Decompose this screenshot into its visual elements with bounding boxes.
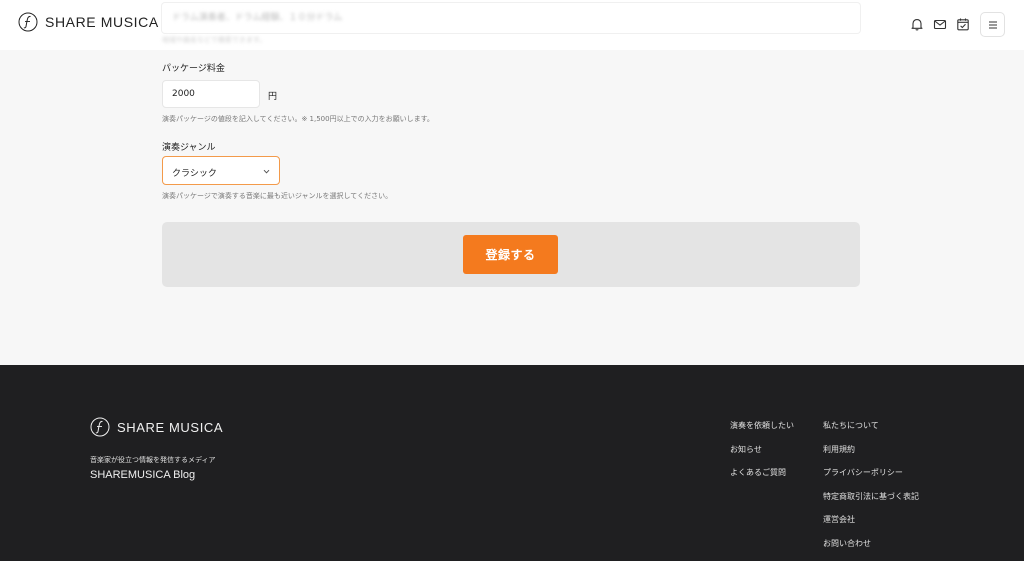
logo-icon <box>90 417 110 437</box>
footer-link-request[interactable]: 演奏を依頼したい <box>730 420 794 444</box>
calendar-check-icon[interactable] <box>956 17 970 31</box>
price-help-text: 演奏パッケージの値段を記入してください。※ 1,500円以上での入力をお願いしま… <box>162 115 434 123</box>
footer-link-terms[interactable]: 利用規約 <box>823 444 919 468</box>
genre-select[interactable]: クラシック <box>162 156 280 185</box>
footer-logo[interactable]: SHARE MUSICA <box>90 417 223 437</box>
search-input[interactable] <box>172 11 832 21</box>
footer-link-news[interactable]: お知らせ <box>730 444 794 468</box>
search-hint: 地域や曲名などで検索できます。 <box>162 36 267 44</box>
search-box[interactable] <box>162 3 860 33</box>
bell-icon[interactable] <box>910 17 924 31</box>
mail-icon[interactable] <box>933 17 947 31</box>
footer-link-company[interactable]: 運営会社 <box>823 514 919 538</box>
site-footer: SHARE MUSICA 音楽家が役立つ情報を発信するメディア SHAREMUS… <box>0 365 1024 561</box>
footer-link-about[interactable]: 私たちについて <box>823 420 919 444</box>
submit-panel: 登録する <box>162 222 860 287</box>
price-unit: 円 <box>268 92 278 102</box>
brand-name: SHARE MUSICA <box>45 14 159 30</box>
footer-links-column-1: 演奏を依頼したい お知らせ よくあるご質問 <box>730 420 794 491</box>
footer-link-privacy[interactable]: プライバシーポリシー <box>823 467 919 491</box>
footer-blog-link[interactable]: SHAREMUSICA Blog <box>90 469 195 481</box>
footer-links-column-2: 私たちについて 利用規約 プライバシーポリシー 特定商取引法に基づく表記 運営会… <box>823 420 919 561</box>
price-input[interactable] <box>162 80 260 108</box>
footer-link-commercial-law[interactable]: 特定商取引法に基づく表記 <box>823 491 919 515</box>
genre-label: 演奏ジャンル <box>162 143 216 153</box>
footer-tagline: 音楽家が役立つ情報を発信するメディア <box>90 456 216 464</box>
price-label: パッケージ料金 <box>162 64 225 74</box>
genre-help-text: 演奏パッケージで演奏する音楽に最も近いジャンルを選択してください。 <box>162 192 393 200</box>
site-logo[interactable]: SHARE MUSICA <box>18 12 159 32</box>
site-header: SHARE MUSICA <box>0 0 1024 50</box>
register-button[interactable]: 登録する <box>463 235 558 274</box>
menu-button[interactable] <box>980 12 1005 37</box>
logo-icon <box>18 12 38 32</box>
footer-link-contact[interactable]: お問い合わせ <box>823 538 919 561</box>
hamburger-menu-icon <box>988 20 997 29</box>
chevron-down-icon <box>262 167 271 176</box>
genre-selected-value: クラシック <box>172 169 217 179</box>
footer-link-faq[interactable]: よくあるご質問 <box>730 467 794 491</box>
footer-brand-name: SHARE MUSICA <box>117 419 224 435</box>
